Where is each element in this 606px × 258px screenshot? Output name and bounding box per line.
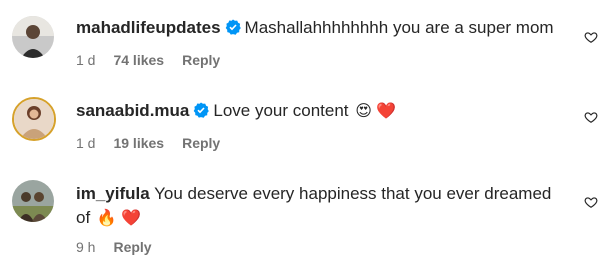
username[interactable]: mahadlifeupdates <box>76 18 221 37</box>
comment-meta: 1 d 74 likes Reply <box>76 51 238 69</box>
reply-button[interactable]: Reply <box>182 135 220 151</box>
reply-button[interactable]: Reply <box>113 239 151 255</box>
verified-badge-icon <box>193 101 210 118</box>
comment-line: mahadlifeupdates Mashallahhhhhhhh you are… <box>76 16 566 40</box>
likes-count[interactable]: 19 likes <box>113 135 164 151</box>
emoji: 🔥 ❤️ <box>96 210 142 227</box>
comment-time[interactable]: 9 h <box>76 239 95 255</box>
reply-button[interactable]: Reply <box>182 52 220 68</box>
comment-meta: 1 d 19 likes Reply <box>76 134 238 152</box>
avatar[interactable] <box>12 180 54 222</box>
verified-badge-icon <box>225 18 241 35</box>
heart-outline-icon <box>584 197 598 208</box>
heart-outline-icon <box>584 112 598 123</box>
comment-meta: 9 h Reply <box>76 238 170 256</box>
heart-outline-icon <box>584 32 598 43</box>
comment-time[interactable]: 1 d <box>76 52 95 68</box>
like-button[interactable] <box>584 110 598 124</box>
comment-time[interactable]: 1 d <box>76 135 95 151</box>
like-button[interactable] <box>584 195 598 209</box>
comment-text: Mashallahhhhhhhh you are a super mom <box>244 18 554 37</box>
emoji: 😍 ❤️ <box>355 103 397 120</box>
like-button[interactable] <box>584 30 598 44</box>
username[interactable]: sanaabid.mua <box>76 101 189 120</box>
comment-line: sanaabid.mua Love your content 😍 ❤️ <box>76 99 566 124</box>
comment-text: Love your content <box>213 101 349 120</box>
avatar[interactable] <box>12 97 56 141</box>
comment-line: im_yifula You deserve every happiness th… <box>76 182 560 231</box>
username[interactable]: im_yifula <box>76 184 150 203</box>
avatar[interactable] <box>12 16 54 58</box>
likes-count[interactable]: 74 likes <box>113 52 164 68</box>
